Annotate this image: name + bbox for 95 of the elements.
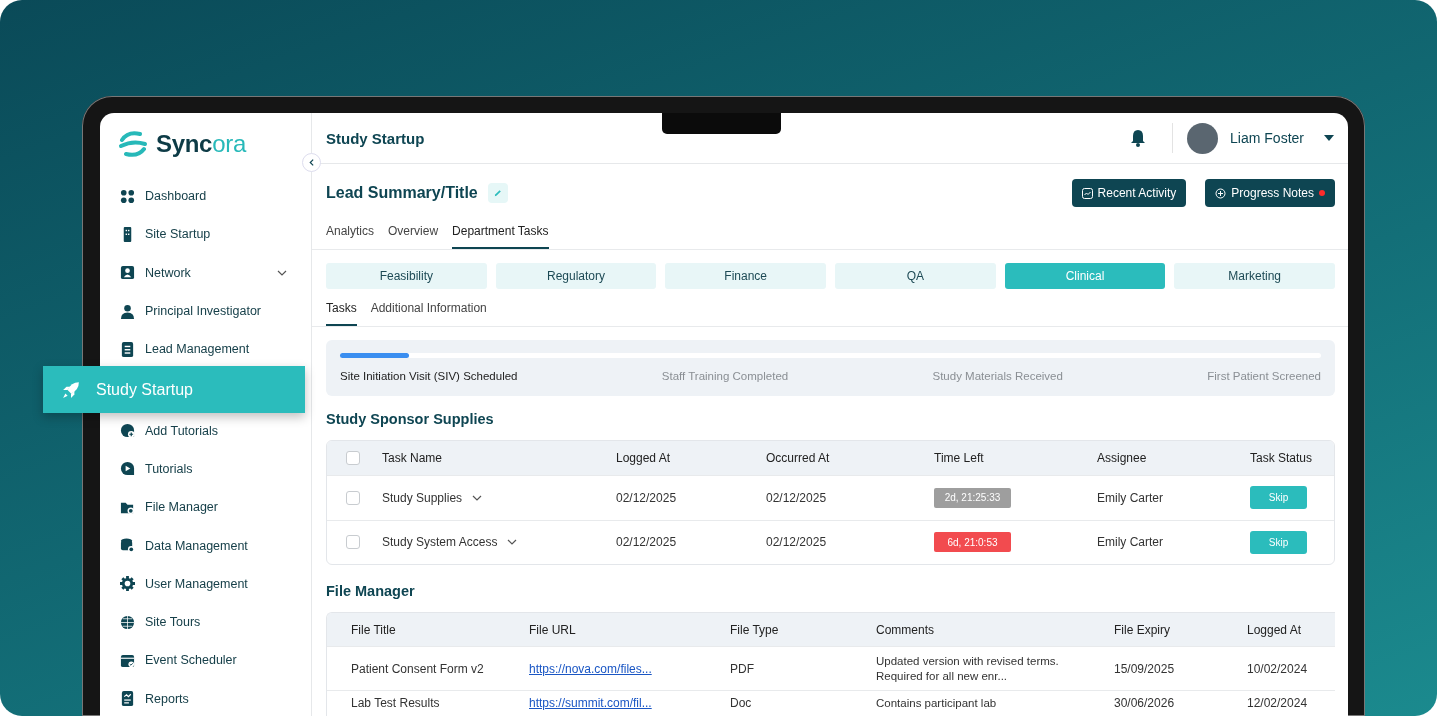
column-header: File Title [351, 622, 397, 637]
sidebar-item[interactable]: User Management [100, 564, 311, 603]
table-cell-text: Contains participant lab [876, 696, 998, 711]
gear-icon [120, 576, 135, 592]
chat-plus-icon [120, 423, 135, 439]
table-cell-text: 10/02/2024 [1247, 661, 1309, 676]
chart-icon [1081, 187, 1093, 199]
column-header: Logged At [1247, 622, 1303, 637]
id-card-icon [120, 265, 135, 281]
department-tab[interactable]: Finance [665, 263, 826, 289]
progress-step: Study Materials Received [932, 370, 1063, 382]
section-title: File Manager [326, 583, 416, 599]
sidebar-item[interactable]: Lead Management [100, 330, 311, 369]
table-cell-text: PDF [730, 661, 755, 676]
sidebar-item[interactable]: Site Tours [100, 602, 311, 642]
logo-text: Syncora [156, 130, 246, 158]
table-cell-text: 02/12/2025 [766, 535, 828, 550]
file-link[interactable]: https://summit.com/fil... [529, 696, 652, 710]
sidebar-item[interactable]: Dashboard [100, 177, 311, 216]
table-cell-text: Emily Carter [1097, 535, 1164, 550]
sidebar-item[interactable]: Network [100, 253, 311, 292]
table-cell-text: Updated version with revised terms. Required for all new enr... [876, 653, 1060, 684]
pencil-icon [493, 188, 502, 198]
logo-icon [118, 130, 148, 158]
row-checkbox[interactable] [346, 490, 360, 505]
globe-icon [120, 614, 135, 630]
page-title: Study Startup [326, 129, 426, 147]
person-icon [120, 303, 135, 319]
table-cell-text: Doc [730, 696, 753, 710]
sidebar-item[interactable]: Reports [100, 679, 311, 716]
department-tab[interactable]: Marketing [1174, 263, 1335, 289]
table-cell: Study System Access [382, 535, 498, 550]
sidebar-item[interactable]: Tutorials [100, 449, 311, 489]
section-title: Study Sponsor Supplies [326, 411, 495, 427]
progress-step: First Patient Screened [1207, 370, 1321, 382]
database-gear-icon [120, 538, 135, 553]
subtab[interactable]: Tasks [326, 299, 357, 326]
column-header: Logged At [616, 451, 672, 465]
sidebar-item[interactable]: Site Startup [100, 215, 311, 254]
department-tab[interactable]: Feasibility [326, 263, 487, 289]
table-cell-text: 15/09/2025 [1114, 661, 1176, 676]
table-cell-text: 12/02/2024 [1247, 696, 1309, 710]
column-header: Occurred At [766, 451, 831, 465]
column-header: Task Status [1250, 451, 1314, 465]
sidebar-item[interactable]: File Manager [100, 488, 311, 527]
chevron-down-icon[interactable] [507, 539, 518, 546]
grid-icon [120, 188, 135, 204]
time-left-badge: 2d, 21:25:33 [934, 487, 1011, 508]
column-header: File Expiry [1114, 622, 1171, 637]
column-header: File Type [730, 622, 780, 637]
tab[interactable]: Department Tasks [452, 222, 549, 249]
chevron-down-icon[interactable] [472, 494, 483, 501]
file-link[interactable]: https://nova.com/files... [529, 661, 652, 676]
table-cell-text: 02/12/2025 [616, 535, 678, 550]
subtab[interactable]: Additional Information [370, 299, 487, 326]
select-all-checkbox[interactable] [346, 451, 360, 465]
action-button[interactable]: Progress Notes [1205, 179, 1335, 207]
progress-step: Staff Training Completed [661, 370, 789, 382]
progress-step: Site Initiation Visit (SIV) Scheduled [340, 370, 518, 382]
sidebar-item[interactable]: Data Management [100, 526, 311, 565]
sidebar-item[interactable]: Event Scheduler [100, 641, 311, 680]
rocket-icon [62, 381, 80, 399]
calendar-icon [120, 652, 135, 668]
table-cell: Study Supplies [382, 490, 463, 505]
sidebar-item[interactable]: Add Tutorials [100, 411, 311, 450]
column-header: Comments [876, 622, 935, 637]
table-cell-text: Emily Carter [1097, 490, 1164, 505]
chevron-down-icon[interactable] [277, 269, 287, 276]
table-cell-text: 02/12/2025 [766, 490, 828, 505]
avatar[interactable] [1187, 122, 1219, 154]
collapse-button[interactable] [302, 153, 321, 172]
tab[interactable]: Overview [388, 222, 439, 249]
column-header: Assignee [1097, 451, 1148, 465]
chevron-left-icon [309, 158, 314, 167]
play-icon [120, 461, 135, 477]
table-cell-text: Lab Test Results [351, 696, 441, 710]
action-button[interactable]: Recent Activity [1071, 179, 1187, 207]
column-header: File URL [529, 622, 577, 637]
table-cell-text: Patient Consent Form v2 [351, 661, 485, 676]
row-checkbox[interactable] [346, 535, 360, 550]
time-left-badge: 6d, 21:0:53 [934, 532, 1011, 553]
lead-title: Lead Summary/Title [326, 184, 478, 202]
table-cell-text: 30/06/2026 [1114, 696, 1176, 710]
column-header: Time Left [934, 451, 985, 465]
department-tab[interactable]: QA [835, 263, 996, 289]
tab[interactable]: Analytics [326, 222, 375, 249]
table-cell-text: 02/12/2025 [616, 490, 678, 505]
document-icon [120, 341, 135, 357]
sidebar-item[interactable]: Principal Investigator [100, 291, 311, 331]
column-header: Task Name [382, 451, 444, 465]
notification-bell-icon[interactable] [1130, 129, 1147, 147]
user-name[interactable]: Liam Foster [1230, 130, 1304, 146]
report-icon [120, 691, 135, 707]
department-tab[interactable]: Regulatory [495, 263, 657, 289]
caret-icon[interactable] [1324, 135, 1334, 141]
